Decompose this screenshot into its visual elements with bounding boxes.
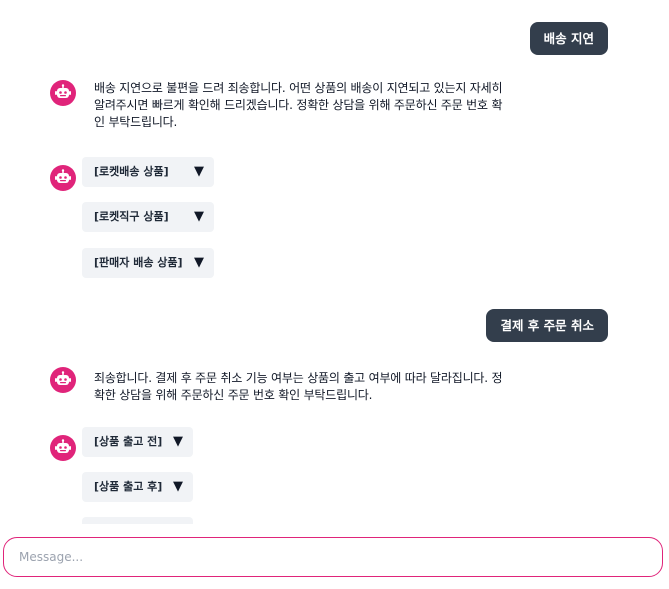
option-label: [상품 출고 후]: [94, 480, 163, 493]
caret-down-icon: ▼: [173, 434, 183, 449]
caret-down-icon: ▼: [194, 255, 204, 270]
bot-message-text: 죄송합니다. 결제 후 주문 취소 기능 여부는 상품의 출고 여부에 따라 달…: [94, 371, 503, 402]
option-button-before-shipment[interactable]: [상품 출고 전] ▼: [82, 427, 193, 457]
message-input[interactable]: [17, 538, 641, 576]
user-message-text: 결제 후 주문 취소: [500, 318, 594, 333]
user-message-text: 배송 지연: [543, 31, 594, 46]
robot-icon: [50, 165, 76, 191]
option-label: [판매자 배송 상품]: [94, 256, 183, 269]
message-list[interactable]: 배송 지연 배송 지연으로 불편을 드려 죄송합니다. 어떤 상품의 배송이 지…: [0, 0, 669, 524]
option-button-partial[interactable]: [82, 517, 193, 524]
robot-icon: [50, 435, 76, 461]
option-button-seller-delivery[interactable]: [판매자 배송 상품] ▼: [82, 248, 214, 278]
option-label: [상품 출고 전]: [94, 435, 163, 448]
robot-icon: [50, 367, 76, 393]
message-composer: [3, 537, 663, 577]
robot-icon: [50, 80, 76, 106]
caret-down-icon: ▼: [173, 479, 183, 494]
caret-down-icon: ▼: [194, 164, 204, 179]
bot-message-text: 배송 지연으로 불편을 드려 죄송합니다. 어떤 상품의 배송이 지연되고 있는…: [94, 81, 503, 129]
option-button-rocket-delivery[interactable]: [로켓배송 상품] ▼: [82, 157, 214, 187]
option-label: [로켓배송 상품]: [94, 165, 169, 178]
option-label: [로켓직구 상품]: [94, 210, 169, 223]
chat-window: 배송 지연 배송 지연으로 불편을 드려 죄송합니다. 어떤 상품의 배송이 지…: [0, 0, 669, 589]
user-message-bubble: 배송 지연: [529, 22, 608, 55]
option-button-after-shipment[interactable]: [상품 출고 후] ▼: [82, 472, 193, 502]
caret-down-icon: ▼: [194, 209, 204, 224]
option-button-rocket-direct[interactable]: [로켓직구 상품] ▼: [82, 202, 214, 232]
user-message-bubble: 결제 후 주문 취소: [486, 309, 608, 342]
